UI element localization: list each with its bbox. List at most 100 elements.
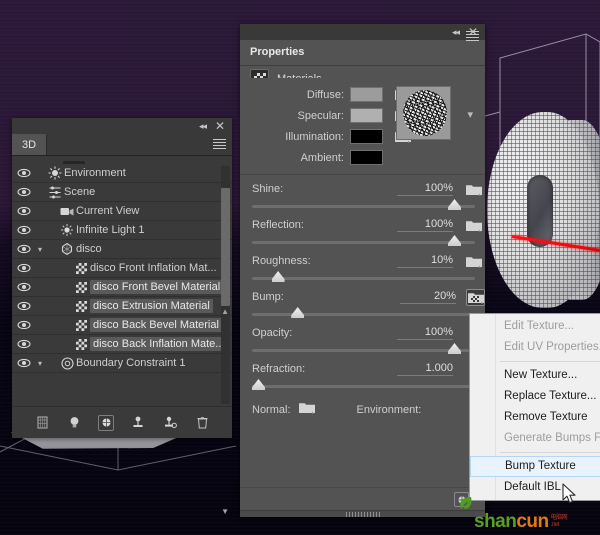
collapse-icon[interactable]: ◂◂ (452, 25, 460, 39)
visibility-toggle-eye-icon[interactable] (14, 244, 34, 254)
scrollbar-thumb[interactable] (221, 188, 230, 306)
site-watermark: shan cun 电脑网 .net (460, 497, 600, 535)
scene-tree-row[interactable]: disco Back Inflation Mate... (12, 335, 232, 354)
visibility-toggle-eye-icon[interactable] (14, 263, 34, 273)
folder-icon[interactable] (463, 255, 485, 268)
scene-tree-row-label: Scene (64, 186, 96, 198)
watermark-sub-top: 电脑网 (550, 514, 568, 521)
slider-track[interactable] (240, 378, 485, 392)
folder-icon[interactable] (463, 183, 485, 196)
properties-panel[interactable]: ◂◂ ✕ Properties Materials ▾ Diffuse:Spec… (240, 24, 485, 517)
color-swatch[interactable] (350, 108, 383, 123)
scene-tree-row[interactable]: disco Front Bevel Material (12, 278, 232, 297)
mesh-object-icon (58, 242, 76, 256)
slider-label: Refraction: (252, 363, 306, 375)
color-row-label: Ambient: (300, 151, 344, 164)
collapse-icon[interactable]: ◂◂ (199, 119, 207, 133)
scene-tree-row[interactable]: Current View (12, 202, 232, 221)
scene-tree-row[interactable]: Infinite Light 1 (12, 221, 232, 240)
folder-icon[interactable] (463, 219, 485, 232)
visibility-toggle-eye-icon[interactable] (14, 187, 34, 197)
scene-tree-row[interactable]: disco Back Bevel Material (12, 316, 232, 335)
3d-scene-tree[interactable]: Environment Scene Current View Infinite Lig… (12, 164, 232, 406)
hamburger-menu-icon[interactable] (213, 139, 226, 149)
scroll-down-icon[interactable]: ▼ (221, 508, 229, 516)
trash-icon[interactable] (194, 415, 210, 431)
texture-loaded-icon[interactable] (466, 288, 485, 306)
watermark-secondary: cun (516, 510, 549, 532)
folder-icon[interactable] (298, 401, 315, 419)
slider-track[interactable] (240, 306, 485, 320)
slider-header-row: Refraction: 1.000 (240, 360, 485, 378)
scene-tree-row[interactable]: ▾ Boundary Constraint 1 (12, 354, 232, 373)
slider-track[interactable] (240, 198, 485, 212)
visibility-toggle-eye-icon[interactable] (14, 339, 34, 349)
slider-value-field[interactable]: 1.000 (397, 362, 453, 376)
tab-properties-label: Properties (250, 46, 305, 58)
add-material-button[interactable] (98, 414, 114, 431)
chevron-down-icon[interactable]: ▾ (34, 359, 46, 368)
slider-label: Shine: (252, 183, 284, 195)
scene-tree-row[interactable]: disco Front Inflation Mat... (12, 259, 232, 278)
visibility-toggle-eye-icon[interactable] (14, 282, 34, 292)
scene-tree-row-label: disco (76, 243, 102, 255)
material-preview-thumbnail[interactable] (396, 86, 451, 140)
context-menu-item: Generate Bumps From Diffuse (504, 432, 600, 444)
add-light-button[interactable] (66, 415, 82, 431)
chevron-down-icon[interactable]: ▾ (467, 108, 473, 121)
3d-panel[interactable]: ◂◂ ✕ 3D Environment Scene Current View I… (12, 118, 232, 516)
environment-icon (46, 166, 64, 180)
constraint-options-button[interactable] (162, 415, 178, 431)
context-menu-item[interactable]: Default IBL (470, 477, 600, 498)
context-menu-item[interactable]: New Texture... (470, 365, 600, 386)
slider-track[interactable] (240, 234, 485, 248)
color-swatch[interactable] (350, 87, 383, 102)
context-menu-item[interactable]: Replace Texture... (470, 386, 600, 407)
chevron-down-icon[interactable]: ▾ (34, 245, 46, 254)
visibility-toggle-eye-icon[interactable] (14, 301, 34, 311)
scene-tree-row[interactable]: disco Extrusion Material (12, 297, 232, 316)
context-menu-item[interactable]: Bump Texture (470, 456, 600, 477)
texture-context-menu[interactable]: Edit Texture... Edit UV Properties... New … (469, 313, 600, 501)
slider-value-field[interactable]: 20% (400, 290, 456, 304)
slider-value-field[interactable]: 100% (397, 182, 453, 196)
slider-track[interactable] (240, 342, 485, 356)
tab-3d[interactable]: 3D (12, 134, 48, 155)
slider-value-field[interactable]: 100% (397, 218, 453, 232)
context-menu-item[interactable]: Remove Texture (470, 407, 600, 428)
color-swatch[interactable] (350, 129, 383, 144)
tab-properties[interactable]: Properties (250, 42, 313, 63)
visibility-toggle-eye-icon[interactable] (14, 320, 34, 330)
slider-header-row: Bump: 20% (240, 288, 485, 306)
visibility-toggle-eye-icon[interactable] (14, 206, 34, 216)
watermark-sub-bottom: .net (550, 521, 560, 528)
visibility-toggle-eye-icon[interactable] (14, 225, 34, 235)
camera-icon (58, 206, 76, 217)
slider-label: Reflection: (252, 219, 304, 231)
close-icon[interactable]: ✕ (215, 119, 225, 133)
hamburger-menu-icon[interactable] (466, 31, 479, 41)
add-mesh-button[interactable] (34, 415, 50, 431)
divider (240, 174, 485, 175)
scene-tree-row[interactable]: Scene (12, 183, 232, 202)
scene-tree-row[interactable]: Environment (12, 164, 232, 183)
new-constraint-button[interactable] (130, 415, 146, 431)
visibility-toggle-eye-icon[interactable] (14, 358, 34, 368)
visibility-toggle-eye-icon[interactable] (14, 168, 34, 178)
scroll-up-icon[interactable]: ▲ (221, 308, 229, 316)
scene-tree-row[interactable]: ▾ disco (12, 240, 232, 259)
slider-value-field[interactable]: 10% (397, 254, 453, 268)
slider-block: Opacity: 100% (240, 321, 485, 357)
context-menu-item: Edit UV Properties... (504, 341, 600, 353)
material-icon (72, 281, 90, 293)
panel-resize-grip[interactable] (240, 510, 485, 517)
color-swatch[interactable] (350, 150, 383, 165)
normal-label: Normal: (252, 404, 291, 416)
scene-tree-row-label: Infinite Light 1 (76, 224, 145, 236)
3d-panel-scrollbar[interactable] (221, 166, 230, 404)
menu-separator (500, 361, 600, 362)
extruded-letter-3d-object[interactable] (487, 112, 600, 308)
slider-block: Refraction: 1.000 (240, 357, 485, 393)
slider-value-field[interactable]: 100% (397, 326, 453, 340)
slider-track[interactable] (240, 270, 485, 284)
